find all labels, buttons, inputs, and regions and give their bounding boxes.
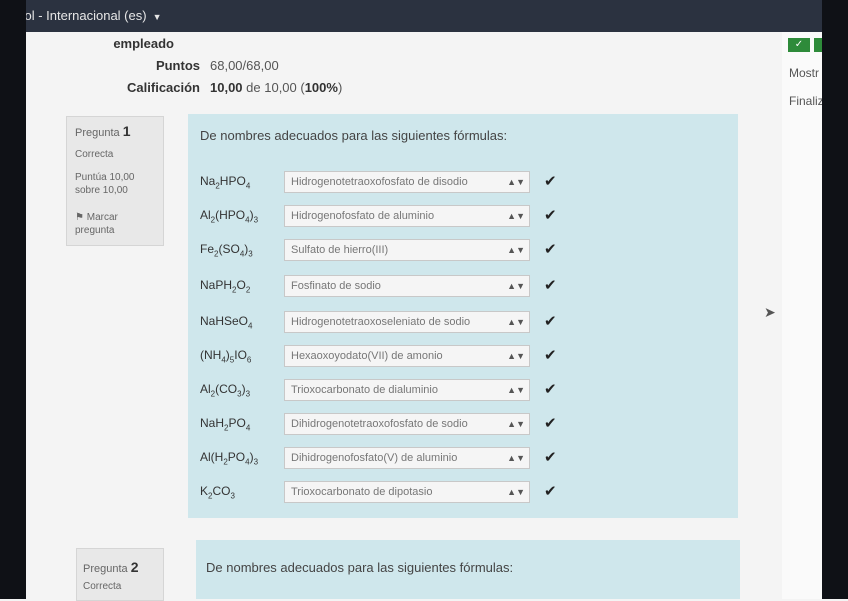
answer-row: (NH4)5IO6 Hexaoxoyodato(VII) de amonio ▲▼… [200,342,560,370]
language-menu[interactable]: añol - Internacional (es) ▼ [10,8,162,23]
answer-select[interactable]: Dihidrogenotetraoxofosfato de sodio ▲▼ [284,413,530,435]
attempt-summary: empleado Puntos 68,00/68,00 Calificación… [60,36,760,102]
question-score: Puntúa 10,00 sobre 10,00 [75,172,135,196]
check-icon: ✓ [794,39,804,50]
grade-score: 10,00 [210,80,243,95]
quiz-navigation-panel: ✓ Mostr Finaliz [782,32,824,599]
select-arrows-icon: ▲▼ [507,385,525,395]
employee-label: empleado [113,36,174,51]
grade-percent: 100% [304,80,338,95]
question-state: Correcta [83,581,122,592]
formula-label: Al2(CO3)3 [200,382,251,399]
select-arrows-icon: ▲▼ [507,351,525,361]
flag-icon: ⚑ [75,212,87,223]
screen-bezel-left [0,0,26,599]
nav-question-button[interactable]: ✓ [788,38,810,52]
formula-label: NaHSeO4 [200,314,253,331]
select-arrows-icon: ▲▼ [507,211,525,221]
question-state: Correcta [75,149,114,160]
check-icon: ✔ [544,277,557,294]
select-arrows-icon: ▲▼ [507,281,525,291]
top-navbar: añol - Internacional (es) ▼ [0,0,822,32]
answer-row: Al2(CO3)3 Trioxocarbonato de dialuminio ▲… [200,376,560,404]
select-arrows-icon: ▲▼ [507,177,525,187]
answer-select[interactable]: Sulfato de hierro(III) ▲▼ [284,239,530,261]
check-icon: ✔ [544,207,557,224]
answer-select[interactable]: Fosfinato de sodio ▲▼ [284,275,530,297]
question-number: Pregunta 2 [83,559,139,575]
select-arrows-icon: ▲▼ [507,453,525,463]
check-icon: ✔ [544,313,557,330]
select-arrows-icon: ▲▼ [507,487,525,497]
select-arrows-icon: ▲▼ [507,317,525,327]
formula-label: Fe2(SO4)3 [200,242,253,259]
answer-select[interactable]: Trioxocarbonato de dipotasio ▲▼ [284,481,530,503]
answer-select[interactable]: Hidrogenotetraoxoseleniato de sodio ▲▼ [284,311,530,333]
check-icon: ✔ [544,483,557,500]
flag-question-link[interactable]: ⚑ Marcar pregunta [75,211,159,237]
question-number: Pregunta 1 [75,123,131,139]
answer-select[interactable]: Dihidrogenofosfato(V) de aluminio ▲▼ [284,447,530,469]
question-1-content: De nombres adecuados para las siguientes… [188,114,738,518]
finish-link[interactable]: Finaliz [789,94,824,108]
question-1-info: Pregunta 1 Correcta Puntúa 10,00 sobre 1… [66,116,164,246]
show-link[interactable]: Mostr [789,66,819,80]
question-2-info: Pregunta 2 Correcta [76,548,164,601]
answer-row: Fe2(SO4)3 Sulfato de hierro(III) ▲▼ ✔ [200,236,560,264]
check-icon: ✔ [544,173,557,190]
check-icon: ✔ [544,381,557,398]
formula-label: Al(H2PO4)3 [200,450,259,467]
answer-select[interactable]: Hexaoxoyodato(VII) de amonio ▲▼ [284,345,530,367]
grade-value: 10,00 de 10,00 (100%) [210,80,342,95]
answer-row: K2CO3 Trioxocarbonato de dipotasio ▲▼ ✔ [200,478,560,506]
answer-row: NaPH2O2 Fosfinato de sodio ▲▼ ✔ [200,272,560,300]
question-prompt: De nombres adecuados para las siguientes… [200,128,508,143]
answer-row: Al(H2PO4)3 Dihidrogenofosfato(V) de alum… [200,444,560,472]
points-label: Puntos [155,58,200,73]
formula-label: NaPH2O2 [200,278,251,295]
check-icon: ✔ [544,241,557,258]
question-prompt: De nombres adecuados para las siguientes… [206,560,514,575]
formula-label: Na2HPO4 [200,174,251,191]
language-label: añol - Internacional (es) [10,8,147,23]
answer-row: NaH2PO4 Dihidrogenotetraoxofosfato de so… [200,410,560,438]
answer-row: Al2(HPO4)3 Hidrogenofosfato de aluminio ▲… [200,202,560,230]
check-icon: ✔ [544,347,557,364]
answer-row: NaHSeO4 Hidrogenotetraoxoseleniato de so… [200,308,560,336]
caret-down-icon: ▼ [152,12,162,22]
answer-select[interactable]: Hidrogenotetraoxofosfato de disodio ▲▼ [284,171,530,193]
nav-question-button-2[interactable] [814,38,822,52]
check-icon: ✔ [544,449,557,466]
formula-label: NaH2PO4 [200,416,251,433]
grade-label: Calificación [127,80,200,95]
points-value: 68,00/68,00 [210,58,279,73]
mouse-pointer-icon: ➤ [764,304,776,320]
question-2-content: De nombres adecuados para las siguientes… [196,540,740,599]
select-arrows-icon: ▲▼ [507,419,525,429]
formula-label: (NH4)5IO6 [200,348,252,365]
answer-select[interactable]: Hidrogenofosfato de aluminio ▲▼ [284,205,530,227]
grade-close: ) [337,80,343,95]
grade-out-of: de 10,00 ( [242,80,305,95]
check-icon: ✔ [544,415,557,432]
formula-label: K2CO3 [200,484,235,501]
select-arrows-icon: ▲▼ [507,245,525,255]
answer-row: Na2HPO4 Hidrogenotetraoxofosfato de diso… [200,168,560,196]
formula-label: Al2(HPO4)3 [200,208,259,225]
screen-bezel-right [822,0,848,599]
answer-select[interactable]: Trioxocarbonato de dialuminio ▲▼ [284,379,530,401]
